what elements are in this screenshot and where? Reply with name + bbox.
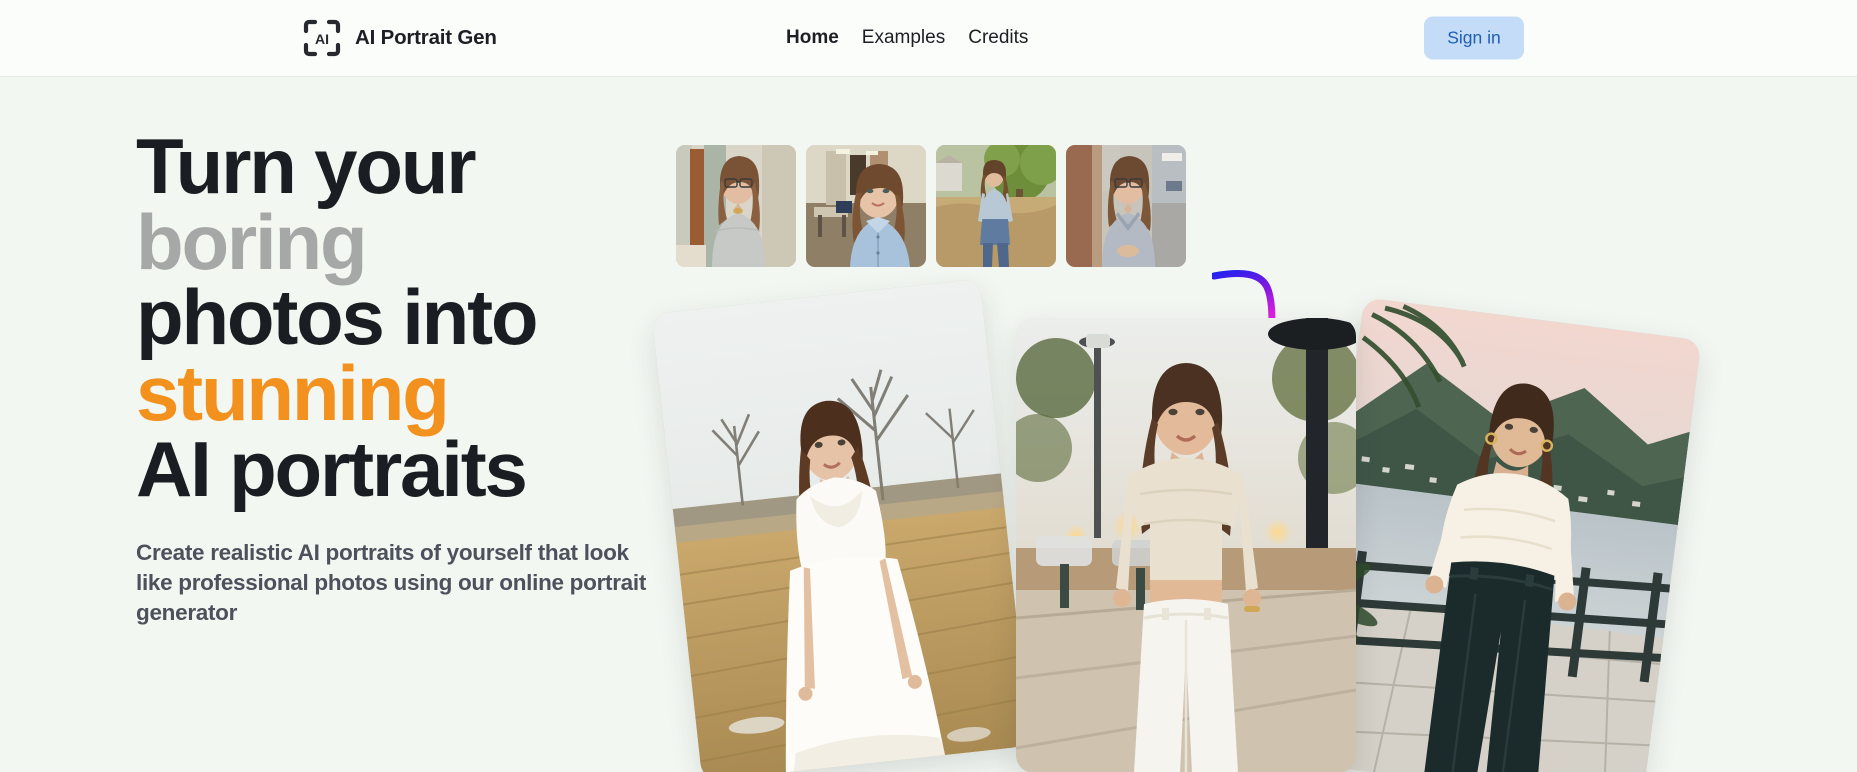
main-nav: Home Examples Credits: [786, 27, 1028, 49]
nav-item-credits[interactable]: Credits: [968, 27, 1028, 49]
portrait-card-right[interactable]: [1304, 297, 1702, 772]
site-header: AI AI Portrait Gen Home Examples Credits…: [0, 0, 1857, 77]
svg-text:AI: AI: [315, 31, 329, 47]
hero-section: Turn your boring photos into stunning AI…: [0, 77, 1857, 772]
portrait-card-left[interactable]: [651, 278, 1031, 772]
sign-in-button[interactable]: Sign in: [1424, 16, 1524, 60]
portrait-card-center[interactable]: [1016, 318, 1356, 772]
nav-item-examples[interactable]: Examples: [862, 27, 945, 49]
ai-scan-frame-icon: AI: [302, 18, 342, 58]
brand-name: AI Portrait Gen: [355, 26, 497, 49]
nav-item-home[interactable]: Home: [786, 27, 839, 49]
brand-logo-link[interactable]: AI AI Portrait Gen: [302, 18, 497, 58]
generated-portrait-gallery: [0, 77, 1857, 772]
